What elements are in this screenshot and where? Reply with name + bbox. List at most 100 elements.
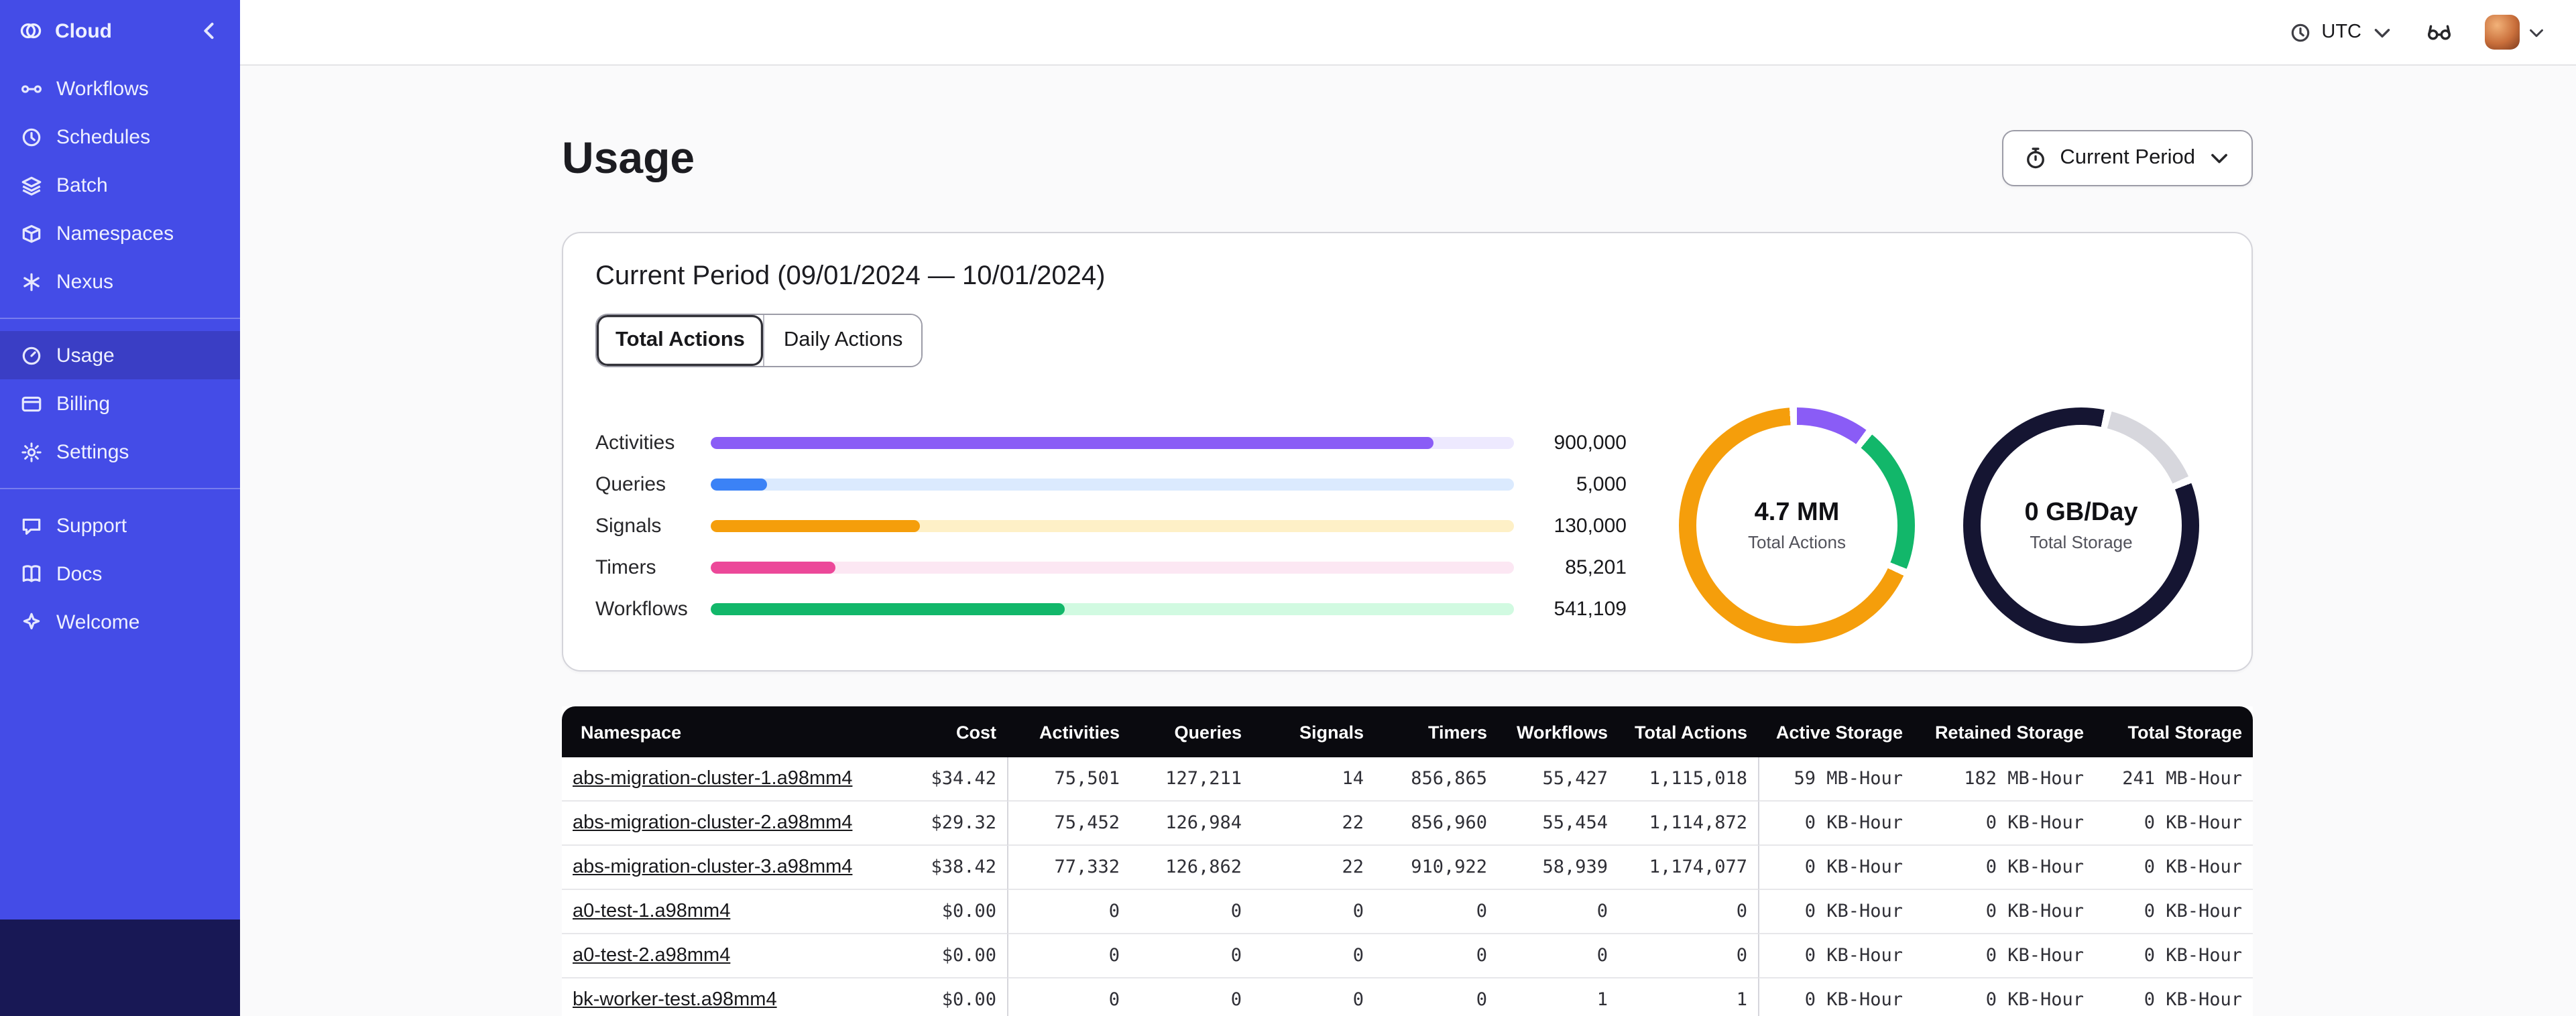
sidebar-item-namespaces[interactable]: Namespaces <box>0 209 240 257</box>
cell-signals: 22 <box>1252 802 1374 846</box>
cell-signals: 14 <box>1252 757 1374 802</box>
timezone-selector[interactable]: UTC <box>2289 21 2394 44</box>
usage-bar-row-workflows: Workflows 541,109 <box>595 588 1627 629</box>
sidebar-item-settings[interactable]: Settings <box>0 428 240 476</box>
cell-cost: $34.42 <box>889 757 1007 802</box>
timezone-label: UTC <box>2321 21 2361 43</box>
temporal-logo-icon <box>19 19 43 43</box>
cell-activities: 75,452 <box>1007 802 1130 846</box>
bar-fill <box>711 602 1065 615</box>
cell-active-storage: 59 MB-Hour <box>1758 757 1914 802</box>
cell-retained-storage: 0 KB-Hour <box>1914 978 2095 1016</box>
cell-workflows: 55,454 <box>1498 802 1619 846</box>
cell-active-storage: 0 KB-Hour <box>1758 846 1914 890</box>
cell-activities: 0 <box>1007 934 1130 978</box>
bar-label: Signals <box>595 514 662 537</box>
sidebar-item-nexus[interactable]: Nexus <box>0 257 240 306</box>
sidebar-item-label: Billing <box>56 392 111 415</box>
namespace-link[interactable]: a0-test-1.a98mm4 <box>573 901 730 922</box>
usage-bar-row-queries: Queries 5,000 <box>595 463 1627 505</box>
namespace-link[interactable]: abs-migration-cluster-1.a98mm4 <box>573 768 852 789</box>
glasses-icon[interactable] <box>2426 19 2453 46</box>
bar-fill <box>711 436 1434 448</box>
bar-label: Workflows <box>595 597 688 620</box>
page-title: Usage <box>562 133 695 182</box>
cell-timers: 910,922 <box>1374 846 1498 890</box>
sidebar-item-usage[interactable]: Usage <box>0 331 240 379</box>
bar-fill <box>711 561 835 573</box>
sidebar-item-schedules[interactable]: Schedules <box>0 113 240 161</box>
cell-workflows: 0 <box>1498 890 1619 934</box>
sidebar-item-label: Batch <box>56 174 108 196</box>
account-menu[interactable] <box>2485 15 2546 50</box>
total-actions-donut-center: 4.7 MM Total Actions <box>1679 407 1915 643</box>
bar-track <box>711 561 1514 573</box>
cell-cost: $0.00 <box>889 890 1007 934</box>
sidebar-item-welcome[interactable]: Welcome <box>0 598 240 646</box>
usage-charts: Activities 900,000 Queries 5,000 Signals 130,… <box>595 407 2219 643</box>
period-tabs: Total Actions Daily Actions <box>595 314 923 367</box>
brand-label: Cloud <box>55 19 112 42</box>
cell-total-actions: 1,114,872 <box>1619 802 1758 846</box>
bar-value: 85,201 <box>1565 556 1627 578</box>
namespace-link[interactable]: abs-migration-cluster-3.a98mm4 <box>573 856 852 878</box>
welcome-icon <box>20 611 43 633</box>
cell-cost: $0.00 <box>889 978 1007 1016</box>
cell-total-actions: 0 <box>1619 934 1758 978</box>
period-selector-button[interactable]: Current Period <box>2002 130 2253 186</box>
cell-total-actions: 1 <box>1619 978 1758 1016</box>
donut-value: 4.7 MM <box>1754 499 1840 527</box>
usage-table-body: abs-migration-cluster-1.a98mm4 $34.42 75,5… <box>562 757 2253 1016</box>
sidebar-footer <box>0 919 240 1016</box>
content: Usage Current Period Current Period (09/… <box>240 66 2576 1016</box>
workflows-icon <box>20 77 43 100</box>
bar-label: Queries <box>595 472 666 495</box>
cell-namespace: abs-migration-cluster-2.a98mm4 <box>562 802 889 846</box>
settings-icon <box>20 440 43 463</box>
bar-track <box>711 519 1514 531</box>
sidebar-item-billing[interactable]: Billing <box>0 379 240 428</box>
bar-label: Timers <box>595 556 656 578</box>
sidebar-collapse-icon[interactable] <box>197 19 221 43</box>
column-header-total-storage: Total Storage <box>2095 706 2253 757</box>
cell-timers: 0 <box>1374 934 1498 978</box>
tab-total-actions[interactable]: Total Actions <box>597 315 764 366</box>
cell-cost: $0.00 <box>889 934 1007 978</box>
cell-queries: 0 <box>1130 978 1252 1016</box>
current-period-card: Current Period (09/01/2024 — 10/01/2024)… <box>562 232 2253 672</box>
schedules-icon <box>20 125 43 148</box>
cell-total-storage: 0 KB-Hour <box>2095 846 2253 890</box>
cell-total-storage: 0 KB-Hour <box>2095 934 2253 978</box>
cell-cost: $29.32 <box>889 802 1007 846</box>
namespace-link[interactable]: bk-worker-test.a98mm4 <box>573 989 777 1011</box>
usage-bar-row-timers: Timers 85,201 <box>595 546 1627 588</box>
cell-active-storage: 0 KB-Hour <box>1758 934 1914 978</box>
stopwatch-icon <box>2024 146 2048 170</box>
sidebar-item-support[interactable]: Support <box>0 501 240 550</box>
cell-timers: 856,865 <box>1374 757 1498 802</box>
table-row: a0-test-1.a98mm4 $0.00 0 0 0 0 0 0 0 KB-Hour 0 KB… <box>562 890 2253 934</box>
app: Cloud Workflows Schedules Batch Namespaces N… <box>0 0 2576 1016</box>
sidebar-item-docs[interactable]: Docs <box>0 550 240 598</box>
total-storage-donut: 0 GB/Day Total Storage <box>1963 407 2199 643</box>
bar-value: 5,000 <box>1576 472 1627 495</box>
sidebar-item-label: Namespaces <box>56 222 174 245</box>
donut-label: Total Actions <box>1748 532 1846 552</box>
sidebar-nav: Workflows Schedules Batch Namespaces Nexus Us… <box>0 62 240 919</box>
chevron-down-icon <box>2371 21 2394 44</box>
cell-retained-storage: 182 MB-Hour <box>1914 757 2095 802</box>
tab-daily-actions[interactable]: Daily Actions <box>763 315 922 366</box>
sidebar-item-workflows[interactable]: Workflows <box>0 64 240 113</box>
sidebar-item-label: Docs <box>56 562 103 585</box>
cell-total-storage: 0 KB-Hour <box>2095 890 2253 934</box>
namespace-link[interactable]: abs-migration-cluster-2.a98mm4 <box>573 812 852 834</box>
namespace-link[interactable]: a0-test-2.a98mm4 <box>573 945 730 966</box>
chevron-down-icon <box>2207 146 2231 170</box>
bar-fill <box>711 519 920 531</box>
brand: Cloud <box>0 0 240 62</box>
sidebar-item-batch[interactable]: Batch <box>0 161 240 209</box>
cell-activities: 0 <box>1007 890 1130 934</box>
column-header-timers: Timers <box>1374 706 1498 757</box>
cell-queries: 0 <box>1130 890 1252 934</box>
cell-retained-storage: 0 KB-Hour <box>1914 890 2095 934</box>
